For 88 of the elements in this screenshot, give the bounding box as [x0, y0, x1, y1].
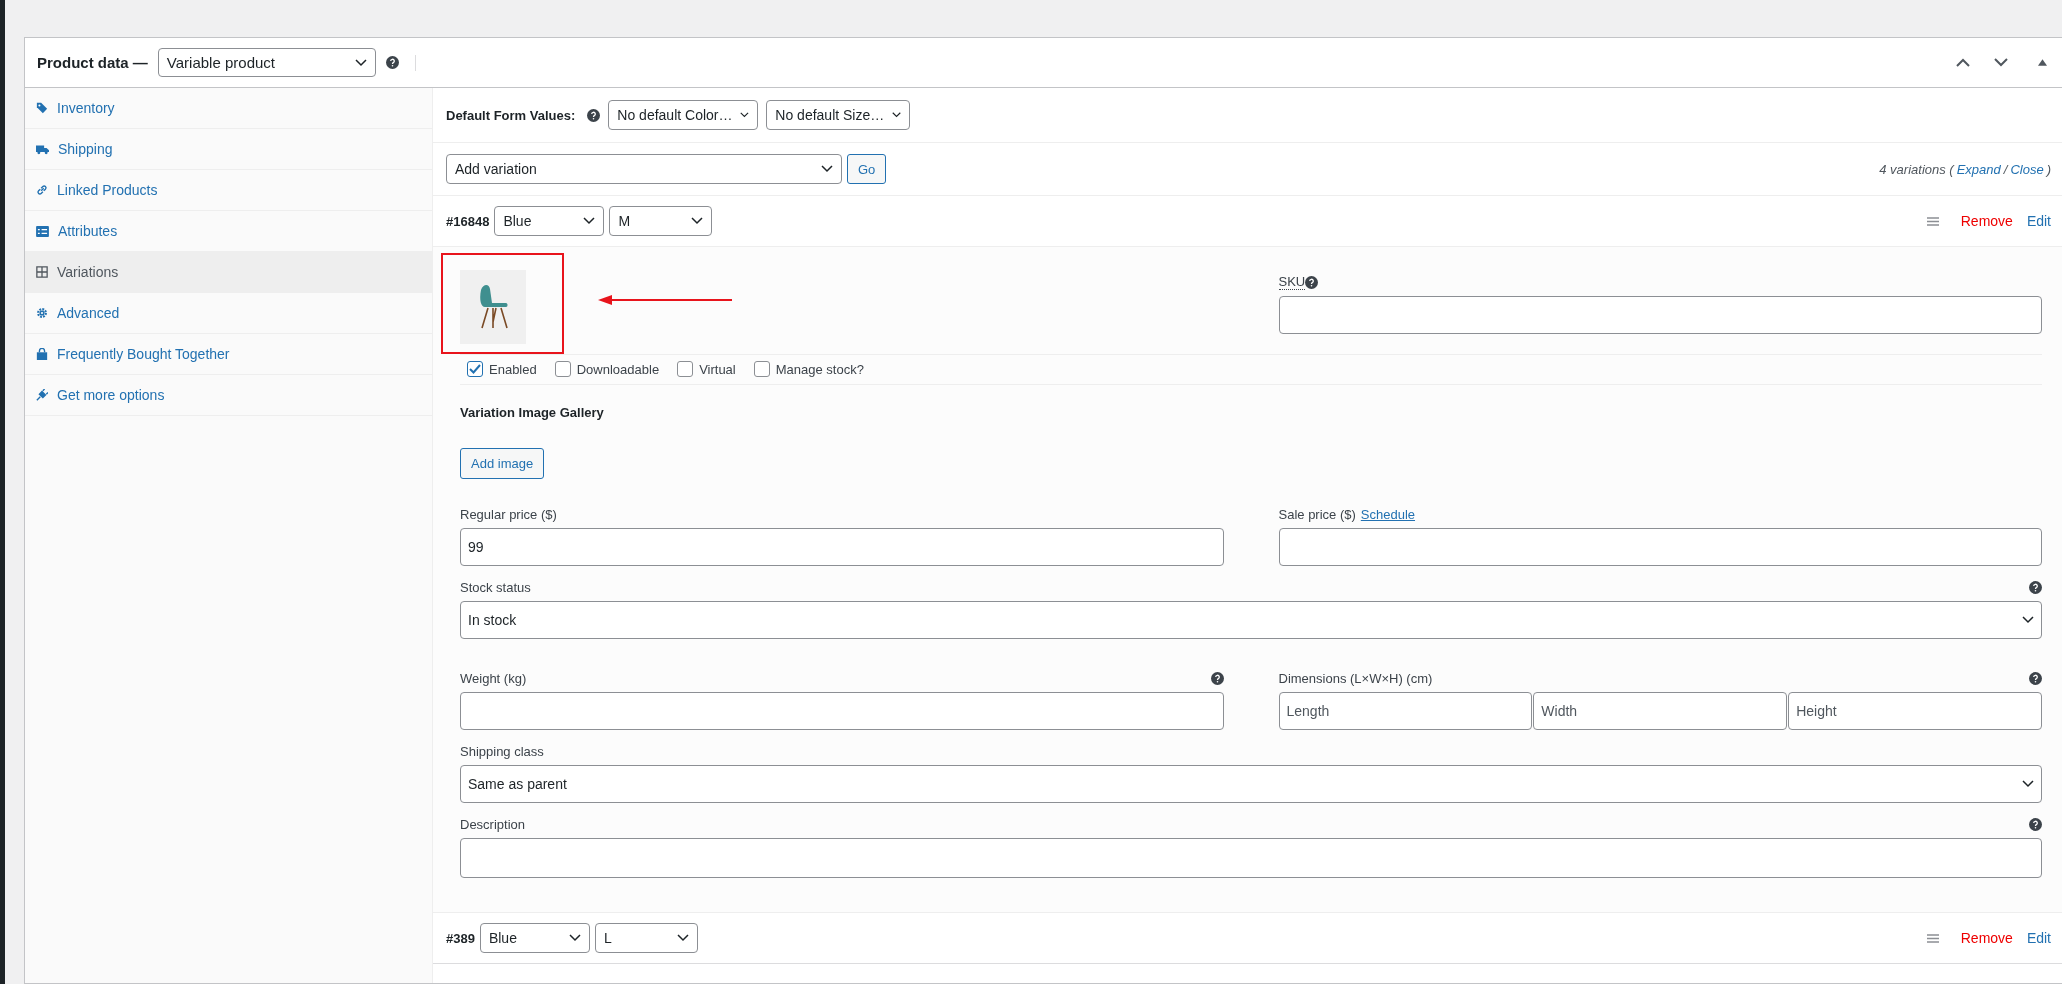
- help-icon[interactable]: [2029, 580, 2042, 594]
- chevron-down-icon: [691, 217, 704, 225]
- attribute-select[interactable]: L: [594, 923, 698, 953]
- add-image-button[interactable]: Add image: [460, 448, 545, 479]
- truck-icon: [36, 143, 49, 155]
- chevron-down-icon: [821, 165, 833, 173]
- checkbox-label: Downloadable: [576, 361, 660, 377]
- summary-link[interactable]: Close: [2010, 161, 2044, 177]
- triangle-up-icon[interactable]: [2038, 59, 2047, 66]
- sidebar-tab[interactable]: Shipping: [25, 129, 432, 170]
- attribute-select[interactable]: M: [609, 206, 713, 236]
- chevron-down-icon: [583, 217, 596, 225]
- field-label: Description: [460, 816, 526, 832]
- checkbox-label: Enabled: [489, 361, 537, 377]
- gallery-title: Variation Image Gallery: [460, 405, 605, 420]
- chevron-down-icon: [2022, 616, 2034, 624]
- drag-handle-icon[interactable]: [1926, 216, 1939, 226]
- sidebar-tab[interactable]: Inventory: [25, 88, 432, 129]
- sidebar-tab[interactable]: Advanced: [25, 293, 432, 334]
- remove-link[interactable]: Remove: [1960, 213, 2013, 229]
- chevron-up-icon[interactable]: [1956, 58, 1970, 67]
- chevron-down-icon: [892, 111, 902, 119]
- dimension-field[interactable]: Width: [1533, 692, 1788, 730]
- drag-handle-icon[interactable]: [1926, 933, 1939, 943]
- sidebar-tab[interactable]: Frequently Bought Together: [25, 334, 432, 375]
- sidebar-tab[interactable]: Get more options: [25, 375, 432, 416]
- variations-count-text: ): [2046, 161, 2051, 177]
- go-button[interactable]: Go: [847, 154, 887, 184]
- tag-icon: [36, 102, 48, 114]
- list-icon: [36, 225, 49, 237]
- variations-count-text: /: [2003, 161, 2008, 177]
- field-label: Dimensions (L×W×H) (cm): [1278, 670, 1433, 686]
- schedule-link[interactable]: Schedule: [1360, 506, 1416, 522]
- stock-status-select[interactable]: In stock: [460, 601, 2042, 639]
- checkbox[interactable]: [554, 361, 571, 377]
- default-form-values-label: Default Form Values:: [446, 107, 576, 123]
- sidebar-tab[interactable]: Linked Products: [25, 170, 432, 211]
- help-icon[interactable]: [2029, 817, 2042, 831]
- product-type-select[interactable]: Variable product: [157, 48, 376, 77]
- weight-field[interactable]: [460, 692, 1224, 730]
- field-label: Stock status: [460, 579, 531, 595]
- panel-title: Product data —: [37, 54, 148, 71]
- link-icon: [36, 184, 48, 196]
- dimension-field[interactable]: Length: [1278, 692, 1533, 730]
- sidebar-tab[interactable]: Variations: [25, 252, 432, 293]
- variation-id: #16848: [446, 213, 490, 229]
- field-label: Sale price ($): [1278, 506, 1356, 522]
- help-icon[interactable]: [2029, 671, 2042, 685]
- attribute-select[interactable]: Blue: [494, 206, 605, 236]
- variations-count-text: 4 variations (: [1879, 161, 1954, 177]
- gear-icon: [36, 307, 48, 319]
- chevron-down-icon: [740, 111, 750, 119]
- sale-price-field[interactable]: [1278, 528, 2042, 566]
- bag-icon: [36, 348, 48, 360]
- field-label: Weight (kg): [460, 670, 527, 686]
- help-icon[interactable]: [385, 56, 399, 69]
- variation-id: #389: [446, 930, 475, 946]
- summary-link[interactable]: Expand: [1956, 161, 2001, 177]
- checkbox-label: Manage stock?: [775, 361, 864, 377]
- remove-link[interactable]: Remove: [1960, 930, 2013, 946]
- default-value-select[interactable]: No default Color…: [608, 100, 759, 130]
- help-icon[interactable]: [587, 108, 601, 122]
- edit-link[interactable]: Edit: [2026, 213, 2051, 229]
- chevron-down-icon[interactable]: [1994, 58, 2008, 67]
- plug-icon: [36, 389, 48, 401]
- chevron-down-icon: [2022, 780, 2034, 788]
- checkbox[interactable]: [677, 361, 694, 377]
- chevron-down-icon: [676, 934, 689, 942]
- help-icon[interactable]: [1305, 275, 1319, 289]
- edit-link[interactable]: Edit: [2026, 930, 2051, 946]
- sku-field[interactable]: [1278, 296, 2042, 334]
- shipping-class-select[interactable]: Same as parent: [460, 765, 2042, 803]
- attribute-select[interactable]: Blue: [479, 923, 590, 953]
- chevron-down-icon: [354, 58, 367, 67]
- chevron-down-icon: [568, 934, 581, 942]
- regular-price-field[interactable]: 99: [460, 528, 1224, 566]
- field-label: Shipping class: [460, 743, 544, 759]
- field-label: Regular price ($): [460, 506, 557, 522]
- default-value-select[interactable]: No default Size…: [766, 100, 911, 130]
- checkbox[interactable]: [467, 361, 483, 377]
- photo-placeholder[interactable]: [460, 270, 526, 344]
- add-variation-select[interactable]: Add variation: [446, 154, 842, 184]
- dimension-field[interactable]: Height: [1788, 692, 2042, 730]
- checkbox-label: Virtual: [699, 361, 736, 377]
- description-field[interactable]: [460, 838, 2042, 878]
- grid-icon: [36, 266, 48, 278]
- help-icon[interactable]: [1210, 671, 1224, 685]
- checkbox[interactable]: [753, 361, 770, 377]
